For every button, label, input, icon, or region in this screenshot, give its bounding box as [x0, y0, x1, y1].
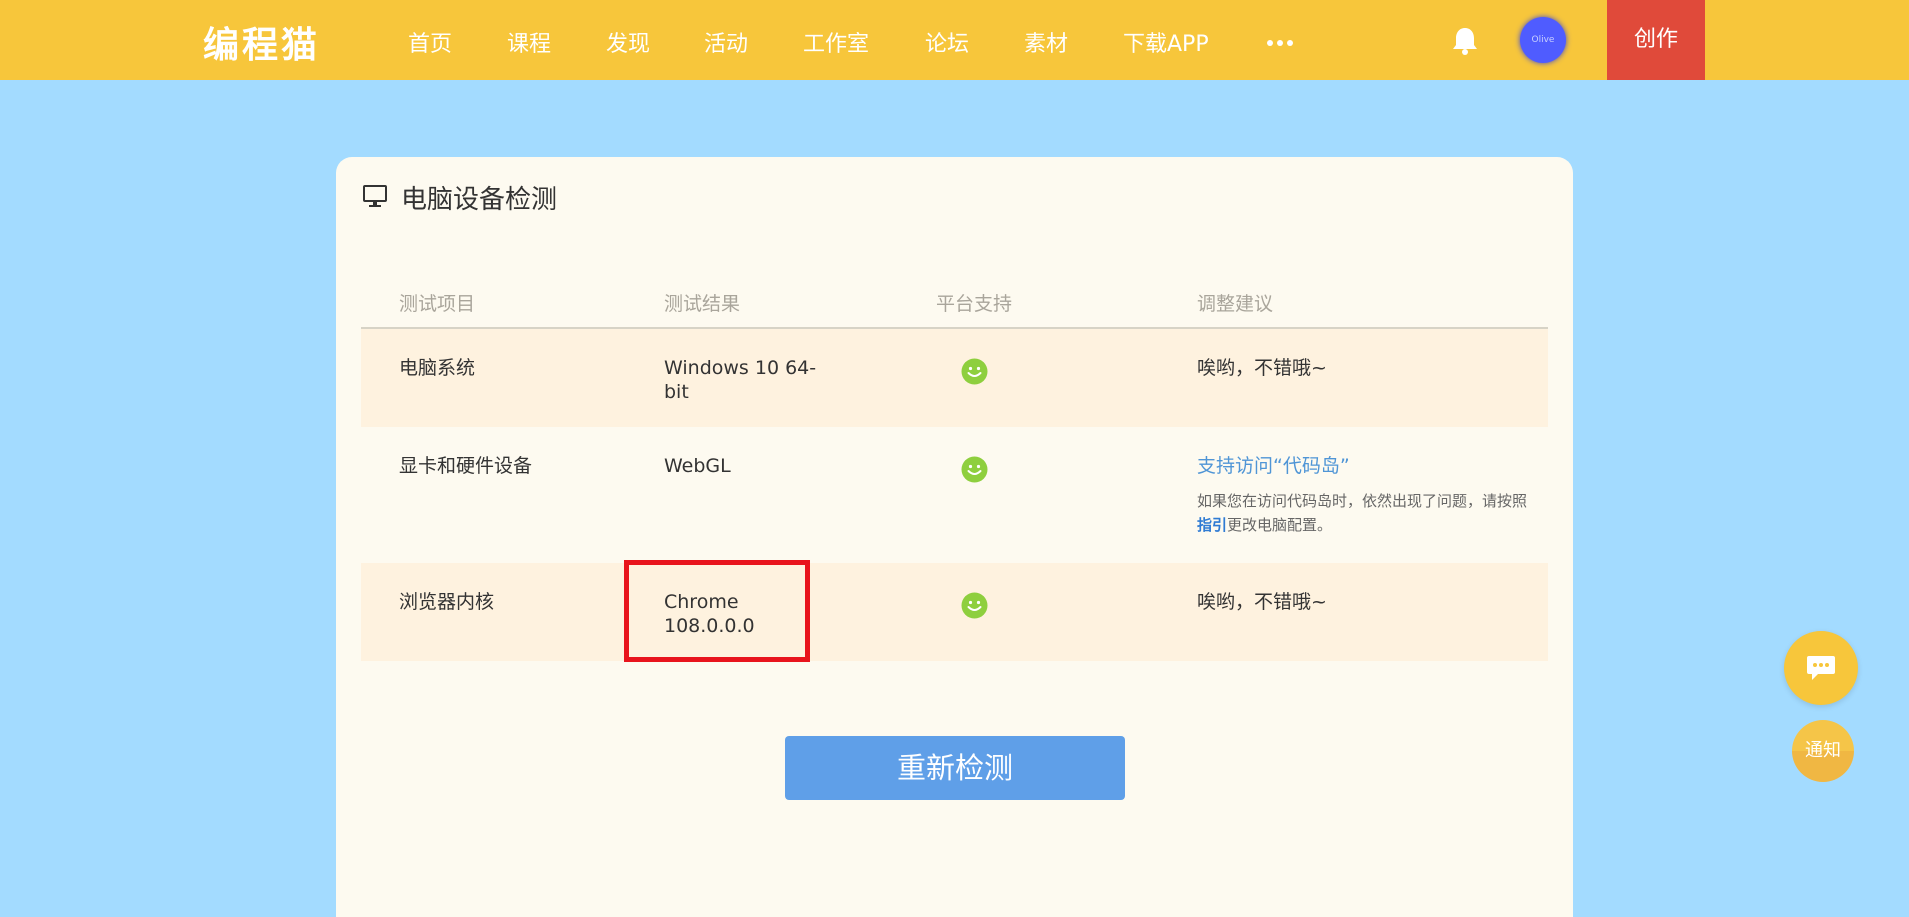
device-check-card: 电脑设备检测 测试项目 测试结果 平台支持 调整建议 电脑系统 Windows …: [336, 157, 1573, 917]
header-test-result: 测试结果: [664, 293, 741, 315]
header-advice: 调整建议: [1197, 293, 1274, 315]
row-item: 显卡和硬件设备: [399, 455, 533, 477]
nav-forum[interactable]: 论坛: [925, 26, 969, 58]
monitor-icon: [363, 185, 387, 207]
table-row: 浏览器内核 Chrome 108.0.0.0 唉哟，不错哦~: [361, 563, 1548, 661]
highlight-box: [624, 560, 810, 662]
smile-icon: [961, 456, 988, 483]
ellipsis-icon[interactable]: [1267, 40, 1297, 46]
code-island-link[interactable]: 支持访问“代码岛”: [1197, 454, 1350, 478]
row-advice: 唉哟，不错哦~: [1197, 357, 1327, 379]
chat-button[interactable]: [1784, 631, 1858, 705]
advice-note: 如果您在访问代码岛时，依然出现了问题，请按照指引更改电脑配置。: [1197, 489, 1527, 537]
header-test-item: 测试项目: [399, 293, 476, 315]
row-item: 电脑系统: [399, 357, 476, 379]
nav-discover[interactable]: 发现: [606, 26, 650, 58]
retest-button[interactable]: 重新检测: [785, 736, 1125, 800]
nav-home[interactable]: 首页: [408, 26, 452, 58]
row-result: WebGL: [664, 455, 731, 477]
bell-icon[interactable]: [1448, 24, 1482, 58]
row-result: Windows 10 64-bit: [664, 357, 817, 403]
nav-studio[interactable]: 工作室: [803, 26, 869, 58]
user-avatar[interactable]: Olive: [1520, 17, 1566, 63]
nav-materials[interactable]: 素材: [1024, 26, 1068, 58]
page-title: 电脑设备检测: [401, 185, 558, 215]
chat-bubble-icon: [1807, 656, 1835, 680]
smile-icon: [961, 592, 988, 619]
notification-button[interactable]: 通知: [1792, 720, 1854, 782]
site-logo[interactable]: 编程猫: [203, 16, 320, 68]
row-advice: 唉哟，不错哦~: [1197, 591, 1327, 613]
guide-link[interactable]: 指引: [1197, 516, 1227, 534]
advice-note-text: 如果您在访问代码岛时，依然出现了问题，请按照: [1197, 492, 1528, 510]
advice-note-text-end: 更改电脑配置。: [1227, 516, 1333, 534]
nav-courses[interactable]: 课程: [507, 26, 551, 58]
table-header: 测试项目 测试结果 平台支持 调整建议: [361, 277, 1548, 329]
create-button[interactable]: 创作: [1607, 0, 1705, 80]
table-row: 显卡和硬件设备 WebGL 支持访问“代码岛” 如果您在访问代码岛时，依然出现了…: [361, 427, 1548, 563]
nav-activities[interactable]: 活动: [704, 26, 748, 58]
nav-download-app[interactable]: 下载APP: [1123, 26, 1209, 58]
table-row: 电脑系统 Windows 10 64-bit 唉哟，不错哦~: [361, 329, 1548, 427]
header-platform-support: 平台支持: [936, 293, 1013, 315]
top-navbar: 编程猫 首页 课程 发现 活动 工作室 论坛 素材 下载APP Olive 创作: [0, 0, 1909, 80]
device-check-table: 测试项目 测试结果 平台支持 调整建议 电脑系统 Windows 10 64-b…: [361, 277, 1548, 661]
row-item: 浏览器内核: [399, 591, 495, 613]
smile-icon: [961, 358, 988, 385]
